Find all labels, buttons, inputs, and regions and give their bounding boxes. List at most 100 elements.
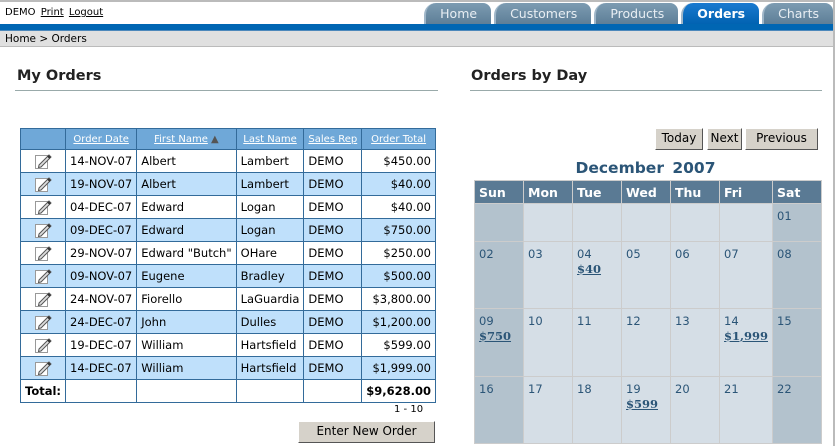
day-number: 02 <box>479 247 494 261</box>
calendar-day[interactable]: 09 $750 <box>474 308 524 377</box>
cell-order-date: 19-NOV-07 <box>65 172 138 196</box>
weekday-header: Mon <box>523 180 573 204</box>
day-order-total-link[interactable]: $599 <box>626 397 666 411</box>
cell-first-name: Edward <box>136 195 237 219</box>
calendar-day[interactable]: 21 <box>718 376 774 444</box>
cell-first-name: Edward <box>136 218 237 242</box>
calendar-day[interactable]: 22 <box>772 376 823 444</box>
day-number: 22 <box>777 382 792 396</box>
edit-row-button[interactable] <box>19 149 67 173</box>
edit-row-button[interactable] <box>19 218 67 242</box>
col-order-total[interactable]: Order Total <box>361 128 436 150</box>
calendar-day[interactable]: 08 <box>772 241 823 309</box>
edit-row-button[interactable] <box>19 172 67 196</box>
cell-last-name: LaGuardia <box>235 287 305 311</box>
next-button[interactable]: Next <box>707 128 742 150</box>
calendar-day[interactable]: 06 <box>670 241 720 309</box>
day-order-total-link[interactable]: $40 <box>577 262 617 276</box>
cell-order-total: $1,200.00 <box>361 310 436 334</box>
tab-charts[interactable]: Charts <box>762 3 833 25</box>
day-number: 17 <box>528 382 543 396</box>
day-number: 19 <box>626 382 641 396</box>
cell-sales-rep: DEMO <box>303 172 363 196</box>
edit-row-button[interactable] <box>19 310 67 334</box>
enter-new-order-button[interactable]: Enter New Order <box>298 421 435 443</box>
orders-table: Order Date First Name ▲ Last Name Sales … <box>19 128 436 403</box>
sort-order-total-link[interactable]: Order Total <box>371 134 426 145</box>
main-tabs: Home Customers Products Orders Charts <box>424 3 833 25</box>
edit-row-button[interactable] <box>19 241 67 265</box>
table-header-row: Order Date First Name ▲ Last Name Sales … <box>19 128 436 150</box>
col-last-name[interactable]: Last Name <box>235 128 305 150</box>
sort-order-date-link[interactable]: Order Date <box>73 134 129 145</box>
col-sales-rep[interactable]: Sales Rep <box>303 128 363 150</box>
edit-row-button[interactable] <box>19 195 67 219</box>
calendar-week: 16 17 18 19 $599 20 21 22 <box>474 376 823 444</box>
sort-first-name-link[interactable]: First Name <box>154 134 208 145</box>
col-order-date[interactable]: Order Date <box>65 128 138 150</box>
col-first-name[interactable]: First Name ▲ <box>136 128 237 150</box>
cell-sales-rep: DEMO <box>303 264 363 288</box>
cell-order-total: $40.00 <box>361 172 436 196</box>
cell-last-name: Lambert <box>235 149 305 173</box>
calendar-day[interactable]: 05 <box>621 241 671 309</box>
edit-row-button[interactable] <box>19 264 67 288</box>
table-row: 04-DEC-07 Edward Logan DEMO $40.00 <box>19 195 436 219</box>
total-label: Total: <box>19 379 67 403</box>
tab-customers[interactable]: Customers <box>494 3 592 25</box>
print-link[interactable]: Print <box>41 7 64 18</box>
calendar-day[interactable]: 20 <box>670 376 720 444</box>
tab-products[interactable]: Products <box>594 3 679 25</box>
cell-order-total: $500.00 <box>361 264 436 288</box>
calendar-day[interactable]: 04 $40 <box>572 241 622 309</box>
calendar-day <box>572 203 622 242</box>
day-number: 01 <box>777 209 792 223</box>
day-order-total-link[interactable]: $1,999 <box>724 329 768 343</box>
cell-sales-rep: DEMO <box>303 310 363 334</box>
edit-row-button[interactable] <box>19 333 67 357</box>
calendar-day <box>718 203 774 242</box>
cell-first-name: Albert <box>136 172 237 196</box>
orders-by-day-title: Orders by Day <box>470 68 822 91</box>
edit-row-button[interactable] <box>19 287 67 311</box>
cell-last-name: Logan <box>235 218 305 242</box>
day-number: 05 <box>626 247 641 261</box>
cell-order-total: $450.00 <box>361 149 436 173</box>
breadcrumb: Home > Orders <box>0 31 833 47</box>
cell-order-date: 14-DEC-07 <box>65 356 138 380</box>
cell-first-name: William <box>136 333 237 357</box>
sort-last-name-link[interactable]: Last Name <box>243 134 297 145</box>
pagination-range: 1 - 10 <box>394 404 424 415</box>
sort-sales-rep-link[interactable]: Sales Rep <box>308 134 357 145</box>
day-number: 03 <box>528 247 543 261</box>
table-row: 29-NOV-07 Edward "Butch" OHare DEMO $250.00 <box>19 241 436 265</box>
calendar-day[interactable]: 01 <box>772 203 823 242</box>
calendar-day[interactable]: 17 <box>523 376 573 444</box>
calendar-day[interactable]: 11 <box>572 308 622 377</box>
calendar-day[interactable]: 07 <box>718 241 774 309</box>
previous-button[interactable]: Previous <box>745 128 818 150</box>
weekday-header: Wed <box>621 180 671 204</box>
calendar-day[interactable]: 19 $599 <box>621 376 671 444</box>
calendar-day[interactable]: 18 <box>572 376 622 444</box>
weekday-header: Thu <box>670 180 720 204</box>
calendar-day[interactable]: 12 <box>621 308 671 377</box>
cell-sales-rep: DEMO <box>303 149 363 173</box>
calendar-day <box>670 203 720 242</box>
calendar-day[interactable]: 10 <box>523 308 573 377</box>
day-order-total-link[interactable]: $750 <box>479 329 519 343</box>
cell-order-total: $250.00 <box>361 241 436 265</box>
logout-link[interactable]: Logout <box>69 7 103 18</box>
calendar-day[interactable]: 16 <box>474 376 524 444</box>
edit-row-button[interactable] <box>19 356 67 380</box>
calendar-day[interactable]: 13 <box>670 308 720 377</box>
cell-last-name: Hartsfield <box>235 333 305 357</box>
calendar-week: 01 <box>474 203 823 242</box>
calendar-day[interactable]: 14 $1,999 <box>718 308 774 377</box>
tab-orders[interactable]: Orders <box>681 3 760 25</box>
tab-home[interactable]: Home <box>424 3 492 25</box>
today-button[interactable]: Today <box>655 128 703 150</box>
calendar-day[interactable]: 02 <box>474 241 524 309</box>
calendar-day[interactable]: 15 <box>772 308 823 377</box>
calendar-day[interactable]: 03 <box>523 241 573 309</box>
